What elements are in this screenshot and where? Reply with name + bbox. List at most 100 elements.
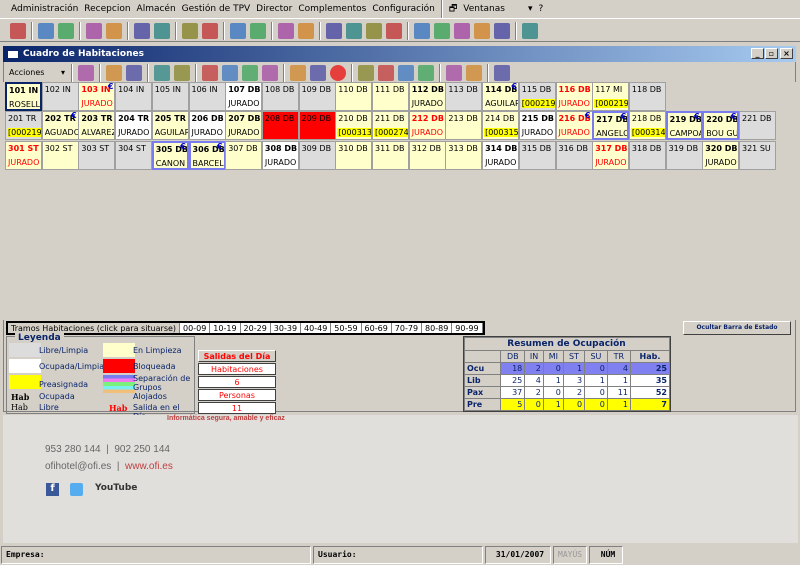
book-icon[interactable]: [106, 22, 122, 39]
minimize-button[interactable]: _: [751, 48, 764, 59]
invoice-g-icon[interactable]: [298, 22, 314, 39]
room-cell[interactable]: 101 IN ROSELL: [5, 82, 42, 111]
layout-icon[interactable]: [466, 64, 482, 81]
room-cell[interactable]: 113 DB: [445, 82, 483, 111]
room-cell[interactable]: 302 ST: [41, 140, 79, 170]
menu-recepcion[interactable]: Recepcion: [84, 4, 130, 14]
tramo-button[interactable]: 70-79: [392, 323, 423, 333]
menu-configuracion[interactable]: Configuración: [372, 4, 434, 14]
invoice-i-icon[interactable]: [278, 22, 294, 39]
cart-green-icon[interactable]: [366, 22, 382, 39]
room-cell[interactable]: 106 IN: [188, 82, 226, 111]
room-cell[interactable]: 317 DB JURADO: [592, 140, 630, 170]
tramo-button[interactable]: 80-89: [422, 323, 453, 333]
menu-director[interactable]: Director: [256, 4, 292, 14]
room-cell[interactable]: 313 DB: [445, 140, 483, 170]
chevron-down-icon[interactable]: ▾: [528, 4, 533, 14]
room-cell[interactable]: 308 DB JURADO: [261, 140, 299, 170]
room-cell[interactable]: 116 DB JURADO: [555, 82, 593, 111]
edit-icon[interactable]: [346, 22, 362, 39]
room-cell[interactable]: 306 DB BARCEL €: [188, 140, 226, 170]
list-icon[interactable]: [222, 64, 238, 81]
forward-icon[interactable]: [494, 64, 510, 81]
youtube-icon[interactable]: YouTube: [95, 483, 137, 493]
handshake-icon[interactable]: [58, 22, 74, 39]
room-cell[interactable]: 118 DB: [628, 82, 666, 111]
room-cell[interactable]: 318 DB: [628, 140, 666, 170]
hab-icon[interactable]: [454, 22, 470, 39]
room-cell[interactable]: 208 DB: [261, 111, 299, 141]
facebook-icon[interactable]: f: [46, 483, 59, 496]
menu-complementos[interactable]: Complementos: [298, 4, 366, 14]
room-cell[interactable]: 109 DB: [298, 82, 336, 111]
maximize-button[interactable]: ▫: [765, 48, 778, 59]
cash-register-icon[interactable]: [86, 22, 102, 39]
room-cell[interactable]: 104 IN: [115, 82, 153, 111]
room-cell[interactable]: 209 DB: [298, 111, 336, 141]
room-cell[interactable]: 221 DB: [739, 111, 776, 141]
tramo-button[interactable]: 10-19: [210, 323, 241, 333]
euro-icon[interactable]: [202, 64, 218, 81]
checkin-icon[interactable]: [106, 64, 122, 81]
room-cell[interactable]: 111 DB: [372, 82, 409, 111]
room-cell[interactable]: 310 DB: [335, 140, 373, 170]
print-icon[interactable]: [378, 64, 394, 81]
room-cell[interactable]: 107 DB JURADO: [225, 82, 263, 111]
grid-icon[interactable]: [446, 64, 462, 81]
email-link[interactable]: ofihotel@ofi.es: [45, 461, 111, 472]
room-cell[interactable]: 210 DB [000313]: [335, 111, 373, 141]
search-icon[interactable]: [474, 22, 490, 39]
exit-icon[interactable]: [78, 64, 94, 81]
tramo-button[interactable]: 20-29: [241, 323, 271, 333]
menu-administracion[interactable]: Administración: [11, 4, 78, 14]
room-cell[interactable]: 218 DB [000314]: [628, 111, 666, 141]
tramo-button[interactable]: 90-99: [452, 323, 483, 333]
room-cell[interactable]: 305 DBCANON S€: [151, 140, 189, 170]
grid-icon[interactable]: [414, 22, 430, 39]
room-cell[interactable]: 212 DB JURADO: [408, 111, 446, 141]
room-cell[interactable]: 304 ST: [115, 140, 153, 170]
room-cell[interactable]: 312 DB: [408, 140, 446, 170]
tramo-button[interactable]: 30-39: [271, 323, 302, 333]
room-cell[interactable]: 213 DB: [445, 111, 483, 141]
room-cell[interactable]: 319 DB: [665, 140, 703, 170]
room-cell[interactable]: 205 TR AGUILAR: [151, 111, 189, 141]
twitter-icon[interactable]: [70, 483, 83, 496]
room-cell[interactable]: 207 DB JURADO: [225, 111, 263, 141]
menu-almacen[interactable]: Almacén: [137, 4, 176, 14]
room-cell[interactable]: 112 DB JURADO: [408, 82, 446, 111]
move2-icon[interactable]: [174, 64, 190, 81]
ocultar-barra-estado-button[interactable]: Ocultar Barra de Estado: [683, 321, 791, 335]
reservations-icon[interactable]: [250, 22, 266, 39]
checkin-disabled-icon[interactable]: [126, 64, 142, 81]
menu-ventanas[interactable]: Ventanas: [463, 4, 505, 14]
phone-icon[interactable]: [38, 22, 54, 39]
pie-chart-icon[interactable]: [182, 22, 198, 39]
room-cell[interactable]: 115 DB [000219-: [518, 82, 556, 111]
cart-icon[interactable]: [262, 64, 278, 81]
line-chart-icon[interactable]: [154, 22, 170, 39]
close-button[interactable]: ×: [780, 48, 793, 59]
tools-icon[interactable]: [522, 22, 538, 39]
puzzle-icon[interactable]: [134, 22, 150, 39]
room-cell[interactable]: 217 DB ANGELO €: [592, 111, 630, 141]
room-cell[interactable]: 110 DB: [335, 82, 373, 111]
room-cell[interactable]: 311 DB: [372, 140, 409, 170]
grid-eh-icon[interactable]: [434, 22, 450, 39]
menu-gestion-tpv[interactable]: Gestión de TPV: [182, 4, 251, 14]
move-icon[interactable]: [154, 64, 170, 81]
room-cell[interactable]: 105 IN: [151, 82, 189, 111]
room-cell[interactable]: 202 TR AGUADO €: [41, 111, 79, 141]
rooms-edit-icon[interactable]: [230, 22, 246, 39]
room-cell[interactable]: 108 DB: [261, 82, 299, 111]
acciones-dropdown[interactable]: Acciones ▾: [6, 68, 68, 77]
room-cell[interactable]: 214 DB [000315]: [482, 111, 520, 141]
tramo-button[interactable]: 40-49: [301, 323, 332, 333]
tramo-button[interactable]: 00-09: [180, 323, 211, 333]
room-cell[interactable]: 102 IN: [41, 82, 79, 111]
room-cell[interactable]: 206 DB JURADO: [188, 111, 226, 141]
room-cell[interactable]: 216 DB JURADO €: [555, 111, 593, 141]
room-cell[interactable]: 303 ST: [78, 140, 116, 170]
room-cell[interactable]: 201 TR [000219-: [5, 111, 42, 141]
cleaning-icon[interactable]: [290, 64, 306, 81]
